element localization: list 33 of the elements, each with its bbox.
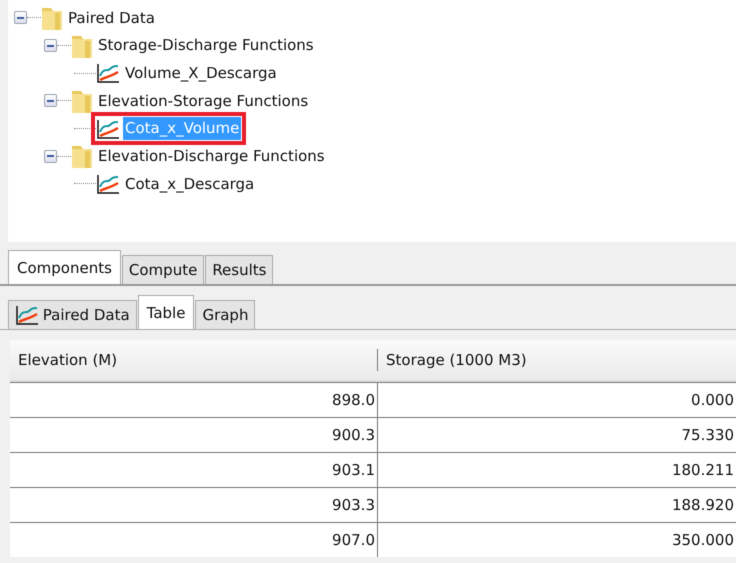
tab[interactable]: Components xyxy=(8,250,121,284)
column-header: Elevation (M) xyxy=(10,348,378,372)
tree-item[interactable]: Cota_x_Descarga xyxy=(123,172,256,196)
collapse-toggle[interactable] xyxy=(14,11,27,24)
table-cell-text: 0.000 xyxy=(690,390,735,411)
table-cell-text: 188.920 xyxy=(670,494,735,516)
table-cell-text: 350.000 xyxy=(670,530,735,551)
tab[interactable]: Results xyxy=(205,254,274,284)
tree-item[interactable]: Volume_X_Descarga xyxy=(123,62,279,84)
table-cell: 903.3 xyxy=(10,488,378,522)
folder-icon xyxy=(71,143,93,170)
table-cell-text: 75.330 xyxy=(680,424,735,446)
table-cell: 903.1 xyxy=(10,453,378,487)
table-cell: 907.0 xyxy=(10,523,378,557)
collapse-toggle[interactable] xyxy=(44,94,57,108)
collapse-toggle[interactable] xyxy=(44,39,57,52)
tab[interactable]: Paired Data xyxy=(8,300,137,329)
table-cell: 900.3 xyxy=(10,418,378,452)
chart-icon xyxy=(15,304,39,325)
chart-icon xyxy=(96,63,120,84)
collapse-toggle[interactable] xyxy=(44,150,57,163)
tree-item[interactable]: Elevation-Storage Functions xyxy=(96,90,310,112)
chart-icon xyxy=(96,118,120,139)
tab[interactable]: Compute xyxy=(122,254,204,284)
tree-item[interactable]: Elevation-Discharge Functions xyxy=(96,145,327,168)
tree-item[interactable]: Storage-Discharge Functions xyxy=(96,34,316,57)
tab[interactable]: Graph xyxy=(195,300,256,329)
tab[interactable]: Table xyxy=(138,294,194,329)
tree-item[interactable]: Paired Data xyxy=(66,6,157,30)
column-header: Storage (1000 M3) xyxy=(385,350,528,371)
table-cell: 898.0 xyxy=(10,383,378,417)
chart-icon xyxy=(96,174,120,194)
table-cell-text: 180.211 xyxy=(670,460,735,481)
